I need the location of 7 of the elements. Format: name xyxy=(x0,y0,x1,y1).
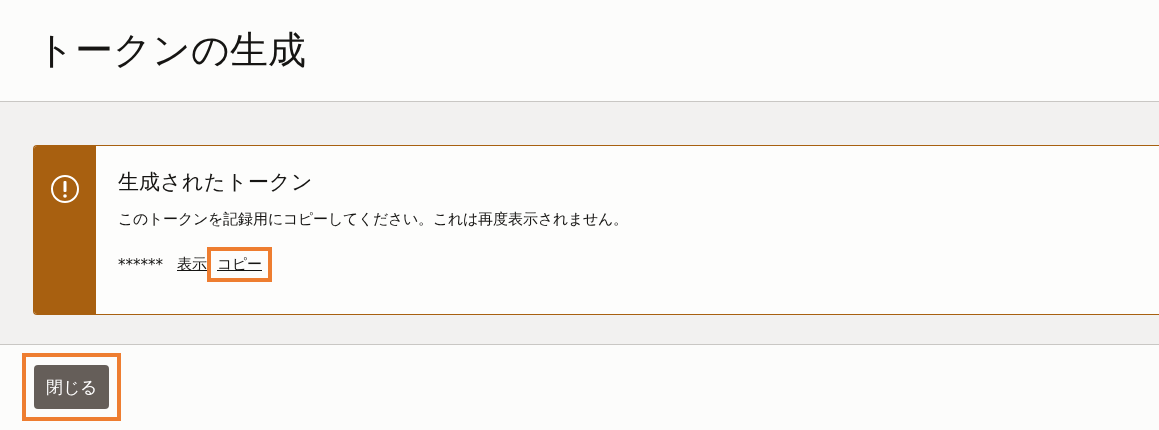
page-title: トークンの生成 xyxy=(36,27,306,74)
close-button[interactable]: 閉じる xyxy=(34,365,109,409)
alert-icon xyxy=(50,174,80,204)
masked-token: ****** xyxy=(118,255,163,274)
banner-title: 生成されたトークン xyxy=(118,169,314,196)
banner-message: このトークンを記録用にコピーしてください。これは再度表示されません。 xyxy=(118,210,628,229)
banner-link[interactable]: コピー xyxy=(207,247,272,282)
